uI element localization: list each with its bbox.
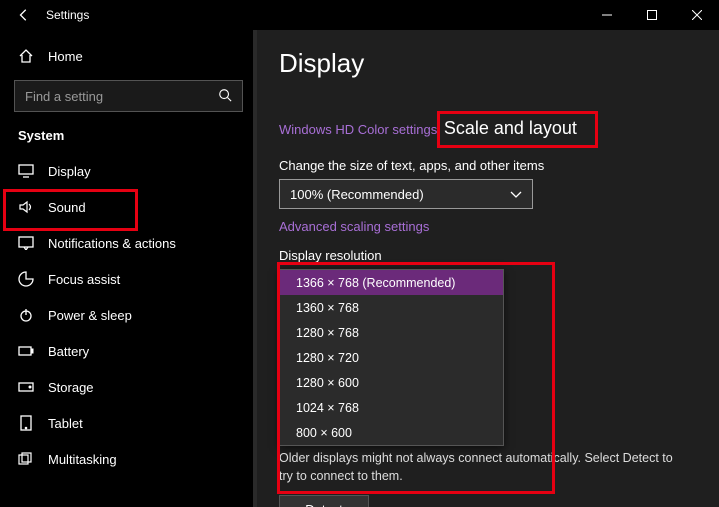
resolution-option[interactable]: 1280 × 768 [280,320,503,345]
sidebar-item-label: Notifications & actions [48,236,176,251]
sidebar-item-label: Multitasking [48,452,117,467]
hd-color-link[interactable]: Windows HD Color settings [279,122,437,137]
maximize-button[interactable] [629,0,674,30]
sidebar-item-label: Storage [48,380,94,395]
sidebar-item-storage[interactable]: Storage [0,369,257,405]
arrow-left-icon [17,8,31,22]
sidebar-item-multitasking[interactable]: Multitasking [0,441,257,477]
search-icon [218,88,232,105]
window-title: Settings [46,8,89,22]
resolution-option[interactable]: 800 × 600 [280,420,503,445]
minimize-button[interactable] [584,0,629,30]
scale-label: Change the size of text, apps, and other… [279,158,719,173]
sidebar-item-battery[interactable]: Battery [0,333,257,369]
annotation-highlight: Scale and layout [437,111,598,148]
search-input[interactable] [25,89,218,104]
detect-button[interactable]: Detect [279,495,369,507]
sidebar-item-label: Sound [48,200,86,215]
advanced-scaling-link[interactable]: Advanced scaling settings [279,219,429,234]
close-button[interactable] [674,0,719,30]
sidebar-item-tablet[interactable]: Tablet [0,405,257,441]
sidebar-item-display[interactable]: Display [0,153,257,189]
sidebar: Home System Display Sound Notifications … [0,30,257,507]
resolution-option[interactable]: 1280 × 600 [280,370,503,395]
resolution-option[interactable]: 1280 × 720 [280,345,503,370]
home-icon [18,48,34,64]
sidebar-item-label: Tablet [48,416,83,431]
sidebar-item-sound[interactable]: Sound [0,189,257,225]
back-button[interactable] [12,3,36,27]
sidebar-item-label: Display [48,164,91,179]
chevron-down-icon [510,187,522,202]
detect-help-text: Older displays might not always connect … [279,450,679,485]
resolution-option[interactable]: 1366 × 768 (Recommended) [280,270,503,295]
multitasking-icon [18,451,34,467]
power-icon [18,307,34,323]
resolution-option[interactable]: 1024 × 768 [280,395,503,420]
sidebar-item-label: Battery [48,344,89,359]
scale-dropdown-value: 100% (Recommended) [290,187,424,202]
focus-assist-icon [18,271,34,287]
home-label: Home [48,49,83,64]
minimize-icon [602,10,612,20]
home-nav[interactable]: Home [0,38,257,74]
maximize-icon [647,10,657,20]
sidebar-item-notifications[interactable]: Notifications & actions [0,225,257,261]
detect-button-label: Detect [305,502,343,507]
sound-icon [18,199,34,215]
battery-icon [18,343,34,359]
sidebar-item-label: Power & sleep [48,308,132,323]
content-pane: Display Windows HD Color settings Scale … [257,30,719,507]
window-controls [584,0,719,30]
resolution-dropdown-open[interactable]: 1366 × 768 (Recommended) 1360 × 768 1280… [279,269,504,446]
close-icon [692,10,702,20]
resolution-option[interactable]: 1360 × 768 [280,295,503,320]
resolution-label: Display resolution [279,248,719,263]
search-box[interactable] [14,80,243,112]
section-label: System [0,122,257,153]
storage-icon [18,379,34,395]
notifications-icon [18,235,34,251]
sidebar-item-label: Focus assist [48,272,120,287]
sidebar-item-power-sleep[interactable]: Power & sleep [0,297,257,333]
display-icon [18,163,34,179]
titlebar: Settings [0,0,719,30]
scale-dropdown[interactable]: 100% (Recommended) [279,179,533,209]
sidebar-item-focus-assist[interactable]: Focus assist [0,261,257,297]
tablet-icon [18,415,34,431]
scale-layout-heading: Scale and layout [444,118,577,139]
page-title: Display [279,48,719,79]
